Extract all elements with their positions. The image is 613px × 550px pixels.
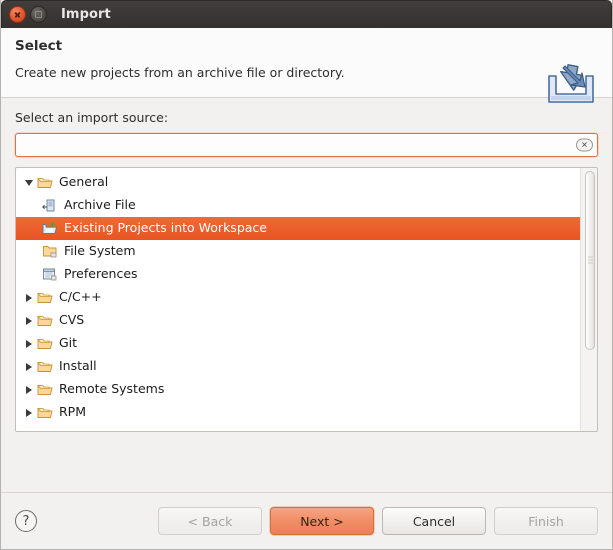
chevron-right-icon[interactable] [22, 337, 36, 351]
tree-item-label: Remote Systems [59, 381, 165, 397]
tree-item[interactable]: Install [16, 355, 580, 378]
folder-open-icon [37, 359, 54, 375]
tree-item[interactable]: File System [16, 240, 580, 263]
folder-open-icon [37, 382, 54, 398]
tree-item[interactable]: Preferences [16, 263, 580, 286]
tree-item-label: Existing Projects into Workspace [64, 220, 267, 236]
chevron-right-icon[interactable] [22, 383, 36, 397]
tree-list: General Archive File Existing Projects int… [16, 168, 580, 431]
dialog-buttons: < Back Next > Cancel Finish [158, 507, 598, 535]
tree-item[interactable]: Remote Systems [16, 378, 580, 401]
back-button: < Back [158, 507, 262, 535]
folder-open-icon [37, 405, 54, 421]
tree-item[interactable]: Git [16, 332, 580, 355]
import-source-field[interactable]: ✕ [15, 133, 598, 157]
dialog-footer: ? < Back Next > Cancel Finish [1, 492, 612, 549]
chevron-right-icon[interactable] [22, 406, 36, 420]
chevron-right-icon[interactable] [22, 314, 36, 328]
title-bar: Import [1, 0, 612, 28]
existing-projects-icon [42, 221, 59, 237]
tree-item-label: Archive File [64, 197, 136, 213]
tree-item-label: CVS [59, 312, 85, 328]
page-description: Create new projects from an archive file… [15, 65, 345, 80]
preferences-icon [42, 267, 59, 283]
search-input[interactable] [16, 134, 597, 156]
window-title: Import [61, 7, 111, 22]
tree-item[interactable]: General [16, 171, 580, 194]
tree-item-label: General [59, 174, 109, 190]
page-title: Select [15, 38, 63, 54]
tree-item-label: Install [59, 358, 97, 374]
import-source-label: Select an import source: [15, 110, 169, 125]
tree-item[interactable]: C/C++ [16, 286, 580, 309]
archive-file-icon [42, 198, 59, 214]
tree-scrollbar[interactable] [580, 168, 597, 431]
chevron-right-icon[interactable] [22, 291, 36, 305]
wizard-header: Select Create new projects from an archi… [1, 28, 612, 103]
cancel-button[interactable]: Cancel [382, 507, 486, 535]
chevron-right-icon[interactable] [22, 360, 36, 374]
tree-item-label: File System [64, 243, 136, 259]
finish-button: Finish [494, 507, 598, 535]
tree-scrollbar-thumb[interactable] [585, 171, 595, 350]
import-source-tree[interactable]: General Archive File Existing Projects int… [15, 167, 598, 432]
folder-open-icon [37, 290, 54, 306]
tree-item[interactable]: CVS [16, 309, 580, 332]
tree-item[interactable]: Archive File [16, 194, 580, 217]
dialog-body: Select an import source: ✕ General Archiv… [1, 98, 612, 492]
restore-icon[interactable] [30, 6, 47, 23]
close-icon[interactable] [9, 6, 26, 23]
tree-item-label: Preferences [64, 266, 138, 282]
chevron-down-icon[interactable] [22, 176, 36, 190]
import-dialog-window: Import Select Create new projects from a… [0, 0, 613, 550]
tree-item-label: C/C++ [59, 289, 102, 305]
tree-item[interactable]: RPM [16, 401, 580, 424]
clear-icon[interactable]: ✕ [576, 138, 593, 152]
folder-open-icon [37, 313, 54, 329]
tree-item-label: Git [59, 335, 78, 351]
next-button[interactable]: Next > [270, 507, 374, 535]
folder-open-icon [37, 336, 54, 352]
help-icon[interactable]: ? [15, 510, 37, 532]
import-wizard-icon [544, 60, 598, 108]
tree-item[interactable]: Existing Projects into Workspace [16, 217, 580, 240]
file-system-icon [42, 244, 59, 260]
tree-item-label: RPM [59, 404, 87, 420]
folder-open-icon [37, 175, 54, 191]
